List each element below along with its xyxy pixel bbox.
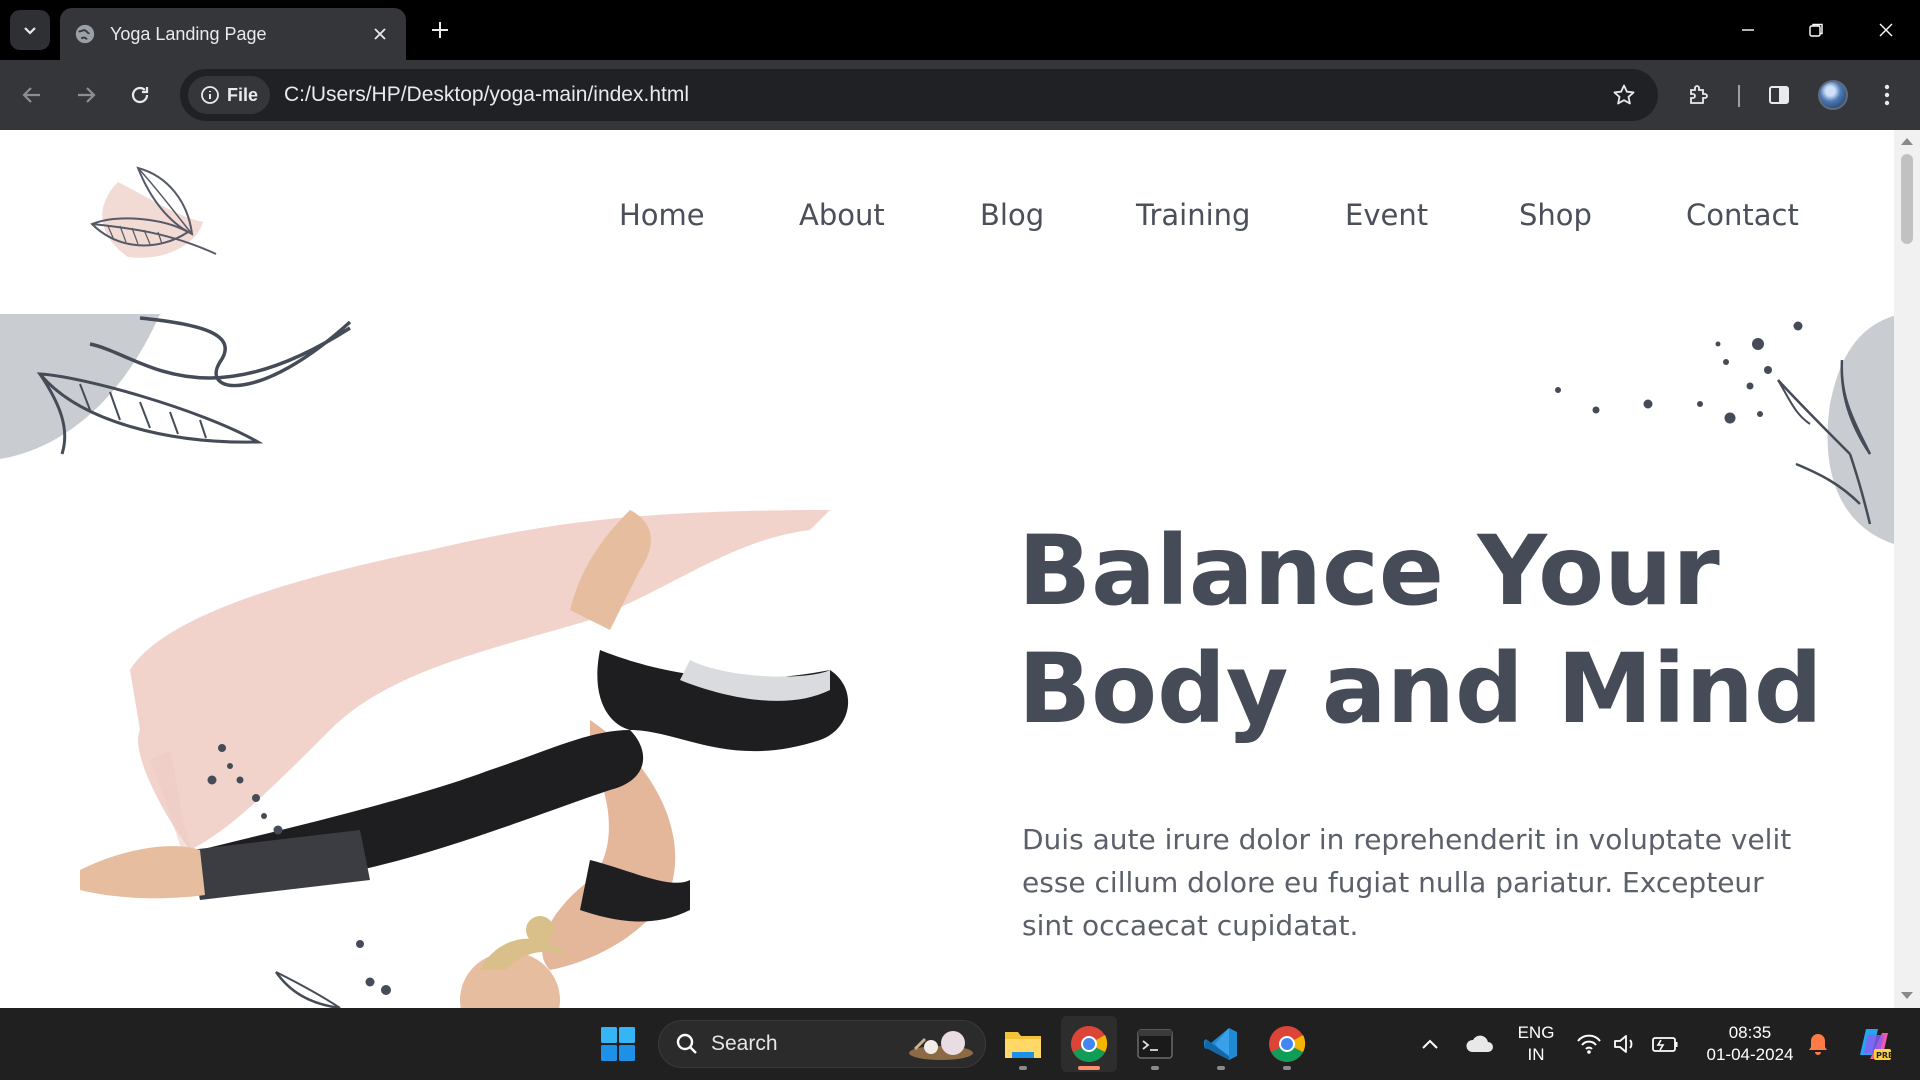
running-indicator <box>1019 1066 1027 1070</box>
close-window-button[interactable] <box>1852 0 1920 60</box>
svg-text:PRE: PRE <box>1876 1051 1892 1060</box>
browser-toolbar: File C:/Users/HP/Desktop/yoga-main/index… <box>0 60 1920 130</box>
puzzle-icon <box>1690 85 1708 104</box>
taskbar-chrome-active[interactable] <box>1061 1016 1117 1072</box>
menu-button[interactable] <box>1867 75 1907 115</box>
new-tab-button[interactable] <box>424 14 456 46</box>
onedrive-button[interactable] <box>1452 1016 1508 1072</box>
nav-training[interactable]: Training <box>1136 198 1250 232</box>
url-text[interactable]: C:/Users/HP/Desktop/yoga-main/index.html <box>284 83 1604 107</box>
page-scrollbar[interactable] <box>1894 130 1920 1008</box>
copilot-icon: PRE <box>1860 1029 1892 1060</box>
vscode-icon <box>1204 1028 1237 1060</box>
network-volume-battery-icons <box>1577 1034 1678 1054</box>
running-indicator <box>1217 1066 1225 1070</box>
side-panel-icon <box>1769 86 1789 104</box>
notifications-button[interactable] <box>1790 1016 1846 1072</box>
tray-overflow-button[interactable] <box>1402 1016 1458 1072</box>
windows-taskbar: Search ENG IN 08:35 01-04-2024 PRE <box>0 1008 1920 1080</box>
quick-settings-button[interactable] <box>1566 1016 1694 1072</box>
forward-button[interactable] <box>66 75 106 115</box>
hero-title-line2: Body and Mind <box>1018 633 1823 745</box>
hero-title-line1: Balance Your <box>1018 515 1720 627</box>
browser-tab-bar: Yoga Landing Page <box>0 0 1920 60</box>
yoga-hero-image <box>80 510 849 1008</box>
windows-logo-icon <box>601 1027 635 1061</box>
reload-icon <box>131 86 149 104</box>
tab-search-button[interactable] <box>10 10 50 50</box>
browser-tab[interactable]: Yoga Landing Page <box>60 8 406 60</box>
nav-about[interactable]: About <box>799 198 885 232</box>
chrome-icon <box>1071 1026 1108 1062</box>
taskbar-file-explorer[interactable] <box>995 1016 1051 1072</box>
arrow-left-icon <box>22 87 40 103</box>
taskbar-terminal[interactable] <box>1127 1016 1183 1072</box>
reload-button[interactable] <box>120 75 160 115</box>
close-icon <box>1879 23 1893 37</box>
address-bar[interactable]: File C:/Users/HP/Desktop/yoga-main/index… <box>180 69 1658 121</box>
profile-button[interactable] <box>1813 75 1853 115</box>
site-info-chip[interactable]: File <box>188 76 271 114</box>
nav-shop[interactable]: Shop <box>1519 198 1592 232</box>
bell-icon <box>1809 1034 1827 1055</box>
terminal-icon <box>1137 1029 1173 1059</box>
nav-home[interactable]: Home <box>619 198 705 232</box>
hero-description: Duis aute irure dolor in reprehenderit i… <box>1022 823 1792 942</box>
language-code: ENG <box>1517 1023 1555 1042</box>
minimize-icon <box>1742 29 1754 31</box>
scroll-thumb[interactable] <box>1901 154 1913 244</box>
region-code: IN <box>1527 1045 1545 1064</box>
copilot-button[interactable]: PRE <box>1846 1016 1902 1072</box>
leaf-logo[interactable] <box>88 162 228 272</box>
nav-blog[interactable]: Blog <box>980 198 1044 232</box>
scroll-up-arrow[interactable] <box>1901 138 1913 145</box>
nav-contact[interactable]: Contact <box>1686 198 1799 232</box>
page-viewport: Home About Blog Training Event Shop Cont… <box>0 130 1920 1008</box>
tab-close-button[interactable] <box>368 22 392 46</box>
search-icon <box>676 1033 697 1054</box>
cloud-icon <box>1466 1035 1493 1052</box>
info-icon <box>201 86 219 104</box>
chevron-down-icon <box>24 27 36 35</box>
close-icon <box>374 28 386 40</box>
start-button[interactable] <box>590 1016 646 1072</box>
search-highlight-image <box>909 1031 973 1060</box>
restore-icon <box>1809 23 1823 37</box>
language-indicator[interactable]: ENG IN <box>1508 1022 1564 1066</box>
taskbar-vscode[interactable] <box>1193 1016 1249 1072</box>
plus-icon <box>432 22 448 38</box>
tab-title: Yoga Landing Page <box>110 23 267 44</box>
back-button[interactable] <box>12 75 52 115</box>
star-icon <box>1613 84 1635 105</box>
toolbar-divider <box>1738 85 1740 107</box>
taskbar-chrome-second[interactable] <box>1259 1016 1315 1072</box>
running-indicator <box>1151 1066 1159 1070</box>
taskbar-search[interactable]: Search <box>658 1020 986 1068</box>
chrome-icon <box>1269 1026 1306 1062</box>
extensions-button[interactable] <box>1679 75 1719 115</box>
avatar <box>1818 80 1848 110</box>
minimize-button[interactable] <box>1714 0 1782 60</box>
globe-icon <box>75 24 95 44</box>
folder-icon <box>1005 1032 1041 1058</box>
more-vertical-icon <box>1884 84 1890 106</box>
active-indicator <box>1078 1066 1100 1070</box>
hero-title: Balance Your Body and Mind <box>1018 512 1878 748</box>
restore-button[interactable] <box>1782 0 1850 60</box>
site-info-label: File <box>227 84 259 105</box>
side-panel-button[interactable] <box>1759 75 1799 115</box>
bookmark-button[interactable] <box>1604 75 1644 115</box>
chevron-up-icon <box>1422 1039 1438 1049</box>
scroll-down-arrow[interactable] <box>1901 992 1913 999</box>
search-label: Search <box>711 1032 778 1055</box>
nav-event[interactable]: Event <box>1345 198 1428 232</box>
arrow-right-icon <box>78 87 96 103</box>
decor-bottom-leaf <box>274 971 341 1008</box>
running-indicator <box>1283 1066 1291 1070</box>
